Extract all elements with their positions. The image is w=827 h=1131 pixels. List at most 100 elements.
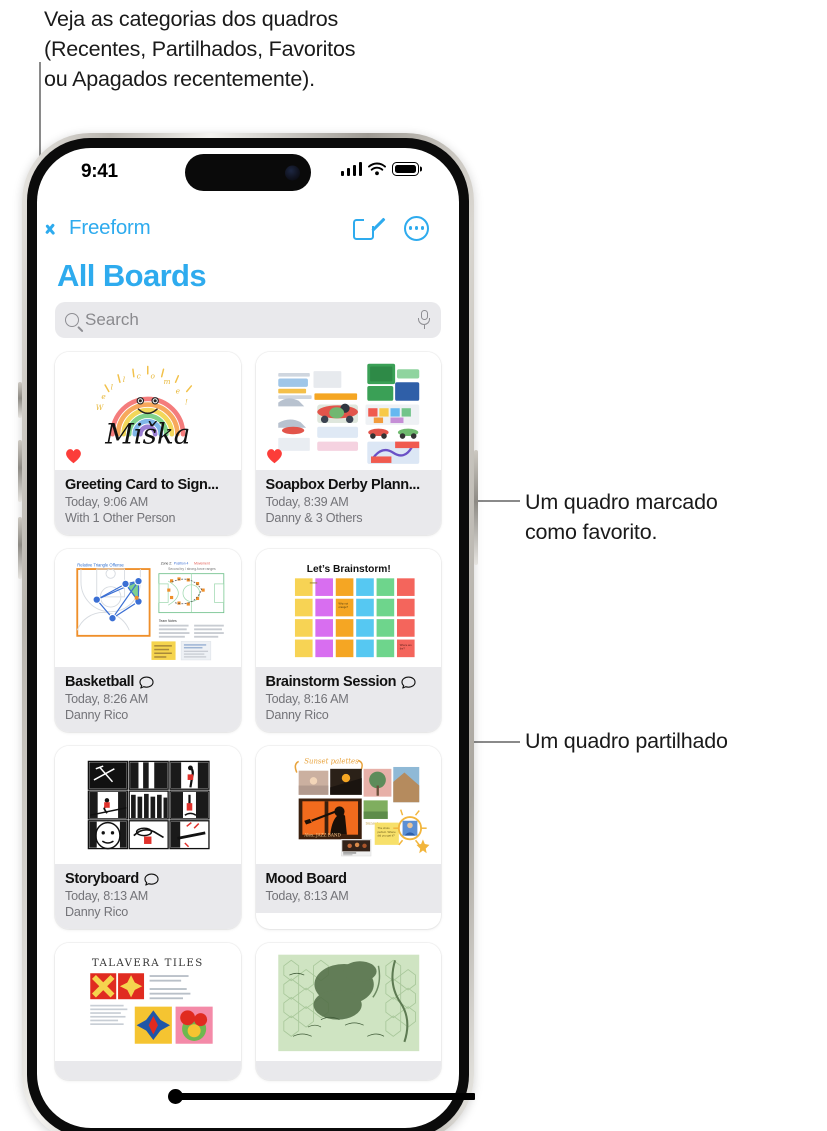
svg-text:l: l [111, 383, 114, 392]
wifi-icon [368, 162, 386, 176]
callout-categories-text: Veja as categorias dos quadros (Recentes… [44, 7, 356, 91]
status-bar-indicators [340, 162, 419, 176]
board-title-row: Soapbox Derby Plann... [266, 477, 432, 493]
svg-text:orange?: orange? [338, 605, 348, 609]
ellipsis-circle-icon[interactable] [404, 215, 429, 241]
board-title: Soapbox Derby Plann... [265, 477, 421, 493]
svg-text:o: o [151, 372, 156, 381]
search-input[interactable] [85, 310, 418, 330]
board-card[interactable]: Let’s Brainstorm! Why not orange? Where … [255, 549, 441, 732]
navigation-bar: Freeform [37, 202, 459, 254]
boards-grid: Wel lco m e! Miška Greeting Card to Sign… [37, 352, 459, 1080]
board-participants: Danny & 3 Others [265, 511, 363, 525]
board-title: Greeting Card to Sign... [65, 477, 219, 493]
search-bar[interactable] [55, 302, 441, 338]
board-meta [55, 1061, 241, 1080]
shared-chat-bubble-icon [144, 873, 159, 886]
screenshot-root: Veja as categorias dos quadros (Recentes… [0, 0, 827, 1131]
battery-icon [392, 162, 419, 176]
svg-text:did you get it?: did you get it? [377, 834, 395, 838]
volume-up-button[interactable] [18, 440, 22, 502]
front-camera-icon [285, 165, 300, 180]
board-card[interactable]: Storyboard Today, 8:13 AM Danny Rico [55, 746, 241, 929]
board-card[interactable] [255, 943, 441, 1080]
board-meta: Brainstorm Session Today, 8:16 AM Danny … [255, 667, 441, 732]
back-button-label: Freeform [69, 216, 151, 239]
svg-text:e: e [101, 392, 106, 401]
board-date: Today, 8:26 AM [65, 692, 149, 706]
board-card[interactable]: Sunset palettes Alex, JAZZ BAND Sunset T… [255, 746, 441, 929]
board-title-row: Mood Board [266, 871, 432, 887]
board-participants: Danny Rico [265, 708, 329, 722]
search-icon [65, 313, 79, 327]
talavera-tiles-art: TALAVERA TILES [90, 958, 213, 1044]
svg-text:Where are: Where are [399, 643, 412, 647]
svg-text:Team Notes: Team Notes [159, 619, 177, 623]
board-card[interactable]: TALAVERA TILES [55, 943, 241, 1080]
svg-text:Relative Triangle Offense: Relative Triangle Offense [77, 562, 124, 567]
page-title: All Boards [57, 258, 207, 293]
hex-map-art [277, 954, 419, 1052]
board-title-row: Storyboard [65, 871, 231, 887]
board-date: Today, 8:16 AM [265, 692, 349, 706]
dynamic-island [185, 154, 311, 191]
basketball-court-diagram-art: Relative Triangle Offense Zone 2: Positi… [76, 561, 225, 661]
svg-text:Position 4: Position 4 [174, 561, 189, 565]
power-button[interactable] [474, 450, 478, 565]
board-thumbnail: Sunset palettes Alex, JAZZ BAND Sunset T… [255, 746, 441, 864]
svg-text:Miška: Miška [104, 417, 190, 450]
svg-text:!: ! [185, 398, 188, 407]
board-thumbnail [55, 746, 241, 864]
shared-chat-bubble-icon [139, 676, 154, 689]
board-meta: Storyboard Today, 8:13 AM Danny Rico [55, 864, 241, 929]
board-card[interactable]: Wel lco m e! Miška Greeting Card to Sign… [55, 352, 241, 535]
callout-bottom-bar [175, 1093, 475, 1100]
status-bar-clock: 9:41 [81, 161, 118, 182]
signal-bars-icon [340, 162, 362, 176]
volume-down-button[interactable] [18, 517, 22, 579]
svg-text:m: m [164, 377, 171, 386]
device-bezel: 9:41 Freeform All Boards Search W e l l … [27, 138, 469, 1131]
board-participants: Danny Rico [65, 708, 129, 722]
board-title-row: Brainstorm Session [266, 674, 432, 690]
board-title: Mood Board [265, 871, 347, 887]
board-card[interactable]: Soapbox Derby Plann... Today, 8:39 AM Da… [255, 352, 441, 535]
board-thumbnail: Relative Triangle Offense Zone 2: Positi… [55, 549, 241, 667]
microphone-icon[interactable] [418, 310, 431, 330]
board-meta: Basketball Today, 8:26 AM Danny Rico [55, 667, 241, 732]
board-date: Today, 8:13 AM [265, 889, 349, 903]
back-button[interactable]: Freeform [53, 216, 151, 240]
status-bar: 9:41 [37, 148, 459, 202]
favorite-heart-icon [266, 449, 282, 464]
action-button[interactable] [18, 382, 22, 418]
svg-text:W: W [96, 403, 105, 412]
board-date: Today, 8:13 AM [65, 889, 149, 903]
board-meta [255, 1061, 441, 1080]
svg-text:Second try / strong-force rang: Second try / strong-force ranges [168, 567, 216, 571]
favorite-heart-icon [66, 449, 81, 464]
talavera-caption: TALAVERA TILES [92, 958, 204, 969]
callout-favorite-text: Um quadro marcado como favorito. [525, 490, 718, 544]
svg-text:Why not: Why not [338, 601, 348, 605]
storyboard-frames-art [87, 760, 210, 850]
board-title-row: Greeting Card to Sign... [65, 477, 231, 493]
brainstorm-caption: Let’s Brainstorm! [306, 564, 390, 575]
callout-categories-leader [39, 62, 41, 162]
board-title: Brainstorm Session [265, 674, 397, 690]
svg-text:Movement: Movement [194, 561, 210, 565]
board-title: Storyboard [65, 871, 139, 887]
mood-board-photos-art: Sunset palettes Alex, JAZZ BAND Sunset T… [294, 757, 429, 857]
board-date: Today, 8:39 AM [265, 495, 349, 509]
board-meta: Greeting Card to Sign... Today, 9:06 AM … [55, 470, 241, 535]
board-title: Basketball [65, 674, 135, 690]
board-thumbnail: Wel lco m e! Miška [55, 352, 241, 470]
chevron-left-icon [53, 219, 64, 238]
board-date: Today, 9:06 AM [65, 495, 149, 509]
svg-text:c: c [137, 372, 141, 381]
compose-icon[interactable] [353, 215, 386, 240]
board-card[interactable]: Relative Triangle Offense Zone 2: Positi… [55, 549, 241, 732]
svg-text:Alex, JAZZ BAND: Alex, JAZZ BAND [303, 833, 341, 838]
board-meta: Soapbox Derby Plann... Today, 8:39 AM Da… [255, 470, 441, 535]
shared-chat-bubble-icon [401, 676, 416, 689]
board-participants: With 1 Other Person [65, 511, 176, 525]
